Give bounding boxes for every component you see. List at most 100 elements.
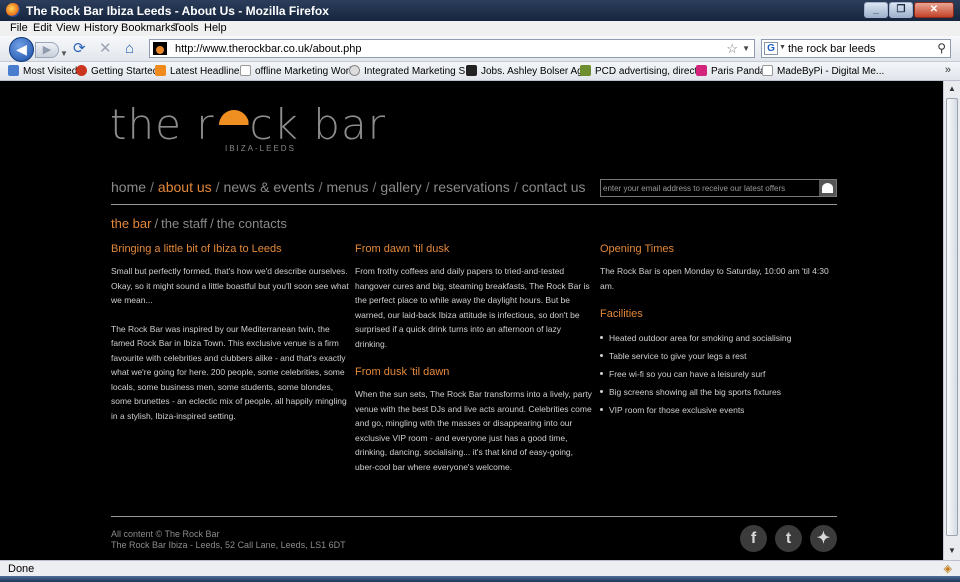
nav-menus[interactable]: menus	[326, 179, 368, 195]
logo-subtitle: IBIZA-LEEDS	[225, 144, 296, 153]
minimize-button[interactable]: _	[864, 2, 888, 18]
status-bar: Done ◈	[0, 560, 960, 576]
google-engine-icon[interactable]: G	[764, 42, 778, 55]
left-paragraph-2: The Rock Bar was inspired by our Mediter…	[111, 323, 347, 421]
forward-button[interactable]: ▶	[35, 42, 59, 58]
close-button[interactable]: ✕	[914, 2, 954, 18]
menu-view[interactable]: View	[56, 22, 80, 34]
addon-status-icon[interactable]: ◈	[944, 562, 952, 575]
newsletter-submit-button[interactable]	[819, 180, 836, 196]
menu-history[interactable]: History	[84, 22, 118, 34]
main-navigation: home / about us / news & events / menus / galler…	[111, 179, 586, 195]
home-icon[interactable]: ⌂	[125, 40, 134, 58]
nav-divider	[111, 204, 837, 205]
right-paragraph-1: The Rock Bar is open Monday to Saturday,…	[600, 266, 829, 291]
bookmark-latest-headlines[interactable]: Latest Headlines	[155, 65, 245, 77]
engine-dropdown-icon[interactable]: ▼	[779, 44, 786, 51]
twitter-icon[interactable]: t	[775, 525, 802, 552]
right-heading-2: Facilities	[600, 308, 643, 320]
scroll-up-icon[interactable]: ▲	[945, 82, 959, 96]
window-controls: _ ❐ ✕	[864, 2, 954, 18]
nav-home[interactable]: home	[111, 179, 146, 195]
more-bookmarks-icon[interactable]: »	[945, 64, 951, 76]
scroll-down-icon[interactable]: ▼	[945, 544, 959, 558]
history-dropdown-icon[interactable]: ▼	[60, 45, 68, 63]
column-middle: From dawn 'til dusk From frothy coffees …	[355, 242, 593, 488]
maximize-button[interactable]: ❐	[889, 2, 913, 18]
subnav-the-contacts[interactable]: the contacts	[217, 216, 287, 231]
reload-icon[interactable]: ⟳	[73, 40, 86, 58]
menu-tools[interactable]: Tools	[173, 22, 199, 34]
subnav-the-staff[interactable]: the staff	[161, 216, 207, 231]
list-item: Table service to give your legs a rest	[600, 347, 832, 365]
list-item: Heated outdoor area for smoking and soci…	[600, 329, 832, 347]
stop-icon[interactable]: ✕	[99, 40, 112, 58]
bookmark-icon	[8, 65, 19, 76]
navigation-toolbar: ◀ ▶ ▼ ⟳ ✕ ⌂ http://www.therockbar.co.uk/…	[0, 36, 960, 62]
footer-address: The Rock Bar Ibiza - Leeds, 52 Call Lane…	[111, 540, 346, 550]
left-paragraph-1: Small but perfectly formed, that's how w…	[111, 266, 349, 305]
middle-paragraph-1: From frothy coffees and daily papers to …	[355, 266, 590, 349]
list-item: Big screens showing all the big sports f…	[600, 383, 832, 401]
logo-text-start: the r	[110, 100, 215, 149]
sub-navigation: the bar / the staff / the contacts	[111, 216, 287, 231]
facilities-list: Heated outdoor area for smoking and soci…	[600, 329, 832, 419]
subnav-the-bar[interactable]: the bar	[111, 216, 151, 231]
page-content: the r ck bar IBIZA-LEEDS home / about us / ne…	[0, 82, 943, 560]
site-icon	[349, 65, 360, 76]
middle-heading-2: From dusk 'til dawn	[355, 366, 450, 378]
bookmark-pcd-advertising[interactable]: PCD advertising, direct...	[580, 65, 706, 77]
url-dropdown-icon[interactable]: ▼	[742, 44, 750, 53]
vertical-scrollbar[interactable]: ▲ ▼	[943, 81, 960, 560]
scroll-thumb[interactable]	[946, 98, 958, 536]
site-logo[interactable]: the r ck bar IBIZA-LEEDS	[110, 100, 386, 154]
site-icon	[466, 65, 477, 76]
bookmarks-toolbar: Most Visited Getting Started Latest Head…	[0, 62, 960, 81]
os-taskbar	[0, 576, 960, 582]
search-text: the rock bar leeds	[788, 43, 876, 55]
nav-reservations[interactable]: reservations	[434, 179, 510, 195]
back-button[interactable]: ◀	[9, 37, 34, 62]
bookmark-most-visited[interactable]: Most Visited	[8, 65, 77, 77]
site-icon	[696, 65, 707, 76]
site-favicon-icon	[153, 42, 167, 55]
nav-gallery[interactable]: gallery	[380, 179, 421, 195]
left-heading: Bringing a little bit of Ibiza to Leeds	[111, 243, 282, 255]
newsletter-form	[600, 179, 837, 197]
status-text: Done	[8, 563, 35, 575]
search-icon[interactable]: ⚲	[937, 41, 946, 55]
bookmark-offline-marketing[interactable]: offline Marketing Work	[240, 65, 354, 77]
middle-heading-1: From dawn 'til dusk	[355, 243, 450, 255]
window-title: The Rock Bar Ibiza Leeds - About Us - Mo…	[26, 4, 329, 18]
footer-copyright: All content © The Rock Bar	[111, 529, 220, 539]
page-icon	[240, 65, 251, 76]
nav-about-us[interactable]: about us	[158, 179, 212, 195]
bookmark-star-icon[interactable]: ☆	[726, 41, 738, 57]
logo-text-end: ck bar	[249, 100, 386, 149]
bookmark-getting-started[interactable]: Getting Started	[76, 65, 158, 77]
url-bar[interactable]: http://www.therockbar.co.uk/about.php ☆ …	[149, 39, 755, 58]
menu-bookmarks[interactable]: Bookmarks	[121, 22, 176, 34]
bookmark-jobs[interactable]: Jobs. Ashley Bolser Ag...	[466, 65, 591, 77]
nav-contact-us[interactable]: contact us	[522, 179, 586, 195]
bookmark-integrated-marketing[interactable]: Integrated Marketing S...	[349, 65, 474, 77]
middle-paragraph-2: When the sun sets, The Rock Bar transfor…	[355, 389, 592, 472]
right-heading-1: Opening Times	[600, 243, 674, 255]
column-left: Bringing a little bit of Ibiza to Leeds …	[111, 242, 351, 437]
nav-news-events[interactable]: news & events	[224, 179, 315, 195]
bookmark-paris-panda[interactable]: Paris Panda	[696, 65, 765, 77]
page-icon	[762, 65, 773, 76]
window-titlebar: The Rock Bar Ibiza Leeds - About Us - Mo…	[0, 0, 960, 21]
menu-help[interactable]: Help	[204, 22, 227, 34]
menu-file[interactable]: File	[10, 22, 28, 34]
search-bar[interactable]: G ▼ the rock bar leeds ⚲	[761, 39, 951, 58]
footer: All content © The Rock Bar The Rock Bar …	[111, 529, 346, 551]
myspace-icon[interactable]: ✦	[810, 525, 837, 552]
sun-logo-icon	[218, 110, 249, 125]
firefox-logo-icon	[6, 3, 20, 17]
list-item: Free wi-fi so you can have a leisurely s…	[600, 365, 832, 383]
menu-edit[interactable]: Edit	[33, 22, 52, 34]
bookmark-madebypi[interactable]: MadeByPi - Digital Me...	[762, 65, 884, 77]
facebook-icon[interactable]: f	[740, 525, 767, 552]
newsletter-email-input[interactable]	[603, 182, 818, 194]
